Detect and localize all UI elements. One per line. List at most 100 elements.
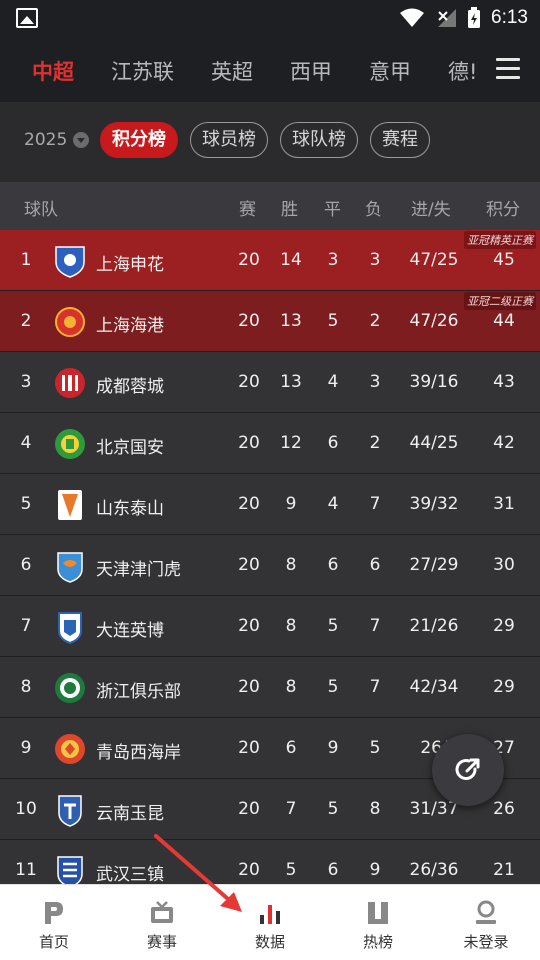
header-drawn: 平	[324, 200, 341, 220]
row-won: 5	[285, 860, 297, 880]
header-goals: 进/失	[411, 200, 451, 220]
nav-home[interactable]: 首页	[0, 885, 108, 960]
row-rank: 11	[15, 860, 37, 880]
row-lost: 3	[369, 250, 381, 270]
row-points: 45	[493, 250, 515, 270]
team-name: 浙江俱乐部	[96, 682, 181, 702]
row-lost: 7	[369, 494, 381, 514]
row-rank: 6	[20, 555, 32, 575]
row-rank: 1	[20, 250, 32, 270]
row-played: 20	[238, 433, 260, 453]
row-played: 20	[238, 738, 260, 758]
header-lost: 负	[365, 200, 382, 220]
row-rank: 5	[20, 494, 32, 514]
table-row[interactable]: 4 北京国安 20 12 6 2 44/25 42	[0, 413, 540, 474]
status-time: 6:13	[491, 7, 528, 28]
bottom-nav: 首页 赛事 数据 热榜 未登录	[0, 884, 540, 960]
row-played: 20	[238, 311, 260, 331]
row-won: 13	[280, 311, 302, 331]
row-rank: 8	[20, 677, 32, 697]
table-row[interactable]: 5 山东泰山 20 9 4 7 39/32 31	[0, 474, 540, 535]
season-selector[interactable]: 2025	[24, 130, 90, 150]
row-drawn: 3	[327, 250, 339, 270]
row-drawn: 9	[327, 738, 339, 758]
team-name: 云南玉昆	[96, 804, 164, 824]
team-name: 上海申花	[96, 255, 164, 275]
status-bar: 6:13	[0, 0, 540, 36]
league-tab-bundesliga[interactable]: 德!	[448, 56, 477, 86]
team-name: 大连英博	[96, 621, 164, 641]
row-goals: 26/36	[409, 860, 459, 880]
row-drawn: 6	[327, 555, 339, 575]
row-played: 20	[238, 250, 260, 270]
tv-icon	[151, 901, 173, 923]
league-tab-seriea[interactable]: 意甲	[369, 56, 411, 86]
row-played: 20	[238, 799, 260, 819]
user-icon	[476, 900, 496, 924]
row-lost: 7	[369, 677, 381, 697]
header-team: 球队	[24, 200, 58, 220]
league-tab-jiangsu[interactable]: 江苏联	[111, 56, 174, 86]
tab-player-rankings[interactable]: 球员榜	[190, 122, 268, 158]
nav-profile[interactable]: 未登录	[432, 885, 540, 960]
tab-standings[interactable]: 积分榜	[100, 122, 178, 158]
table-row[interactable]: 1 上海申花 20 14 3 3 47/25 45 亚冠精英正赛	[0, 230, 540, 291]
row-rank: 4	[20, 433, 32, 453]
row-goals: 47/25	[409, 250, 459, 270]
row-won: 7	[285, 799, 297, 819]
menu-icon[interactable]	[496, 58, 520, 79]
header-won: 胜	[281, 200, 298, 220]
wifi-icon	[400, 8, 425, 27]
team-logo-icon	[57, 856, 83, 888]
row-won: 9	[285, 494, 297, 514]
row-lost: 8	[369, 799, 381, 819]
tab-schedule[interactable]: 赛程	[370, 122, 430, 158]
qualification-badge: 亚冠精英正赛	[464, 231, 536, 249]
status-icons: 6:13	[399, 4, 528, 32]
league-tab-epl[interactable]: 英超	[211, 56, 253, 86]
row-drawn: 4	[327, 372, 339, 392]
table-row[interactable]: 3 成都蓉城 20 13 4 3 39/16 43	[0, 352, 540, 413]
nav-matches[interactable]: 赛事	[108, 885, 216, 960]
row-rank: 9	[20, 738, 32, 758]
nav-data[interactable]: 数据	[216, 885, 324, 960]
team-name: 青岛西海岸	[96, 743, 181, 763]
row-goals: 27/29	[409, 555, 459, 575]
team-name: 成都蓉城	[96, 377, 164, 397]
table-row[interactable]: 8 浙江俱乐部 20 8 5 7 42/34 29	[0, 657, 540, 718]
team-logo-icon	[55, 734, 85, 764]
row-won: 14	[280, 250, 302, 270]
table-row[interactable]: 7 大连英博 20 8 5 7 21/26 29	[0, 596, 540, 657]
season-year: 2025	[24, 130, 68, 150]
team-logo-icon	[58, 795, 82, 827]
row-goals: 39/32	[409, 494, 459, 514]
row-points: 43	[493, 372, 515, 392]
row-lost: 7	[369, 616, 381, 636]
team-logo-icon	[55, 246, 85, 278]
standings-table-header: 球队 赛 胜 平 负 进/失 积分	[0, 182, 540, 230]
row-goals: 47/26	[409, 311, 459, 331]
row-points: 31	[493, 494, 515, 514]
row-lost: 2	[369, 311, 381, 331]
table-row[interactable]: 2 上海海港 20 13 5 2 47/26 44 亚冠二级正赛	[0, 291, 540, 352]
home-logo-icon	[45, 902, 63, 924]
league-tab-laliga[interactable]: 西甲	[290, 56, 332, 86]
nav-trending[interactable]: 热榜	[324, 885, 432, 960]
tab-team-rankings[interactable]: 球队榜	[280, 122, 358, 158]
table-row[interactable]: 6 天津津门虎 20 8 6 6 27/29 30	[0, 535, 540, 596]
row-won: 8	[285, 555, 297, 575]
row-points: 29	[493, 677, 515, 697]
bar-chart-icon	[260, 905, 280, 924]
share-button[interactable]	[432, 734, 504, 806]
signal-off-icon	[438, 9, 457, 27]
row-lost: 5	[369, 738, 381, 758]
row-lost: 3	[369, 372, 381, 392]
row-drawn: 6	[327, 860, 339, 880]
row-lost: 2	[369, 433, 381, 453]
row-played: 20	[238, 677, 260, 697]
league-tab-csl[interactable]: 中超	[32, 56, 74, 86]
row-played: 20	[238, 372, 260, 392]
row-lost: 9	[369, 860, 381, 880]
league-tab-bar: 中超 江苏联 英超 西甲 意甲 德!	[0, 36, 540, 102]
header-played: 赛	[239, 200, 256, 220]
